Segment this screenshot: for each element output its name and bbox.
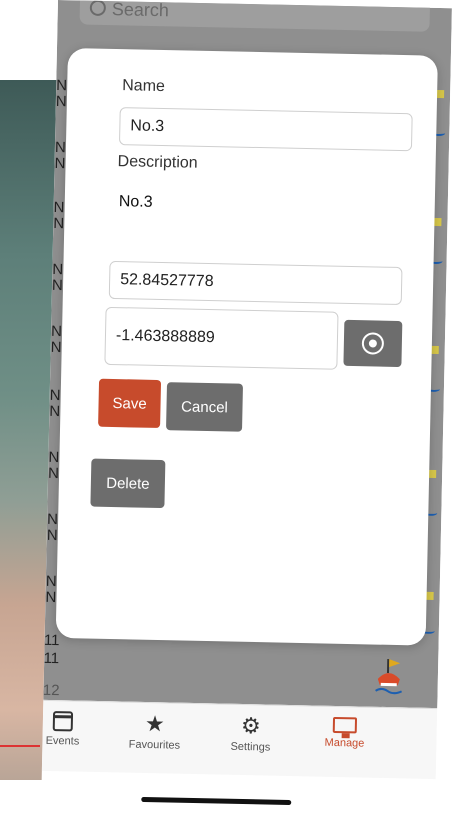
cancel-button[interactable]: Cancel	[166, 382, 244, 432]
save-button[interactable]: Save	[98, 378, 162, 429]
tab-settings[interactable]: ⚙ Settings	[210, 712, 291, 754]
monitor-icon	[332, 716, 358, 734]
search-icon	[89, 0, 107, 17]
latitude-field[interactable]: 52.84527778	[108, 260, 403, 306]
star-icon: ★	[144, 710, 165, 737]
gear-icon: ⚙	[240, 712, 261, 739]
name-field[interactable]: No.3	[118, 107, 413, 152]
search-placeholder: Search	[111, 0, 170, 21]
tab-favourites[interactable]: ★ Favourites	[114, 710, 195, 752]
background-red-line	[0, 745, 40, 747]
longitude-field[interactable]: -1.463888889	[104, 306, 339, 370]
description-label: Description	[117, 153, 198, 172]
delete-button[interactable]: Delete	[90, 458, 166, 509]
list-item[interactable]: No.12	[41, 681, 60, 700]
name-label: Name	[122, 77, 166, 96]
calendar-icon	[52, 711, 74, 732]
buoy-icon	[375, 659, 403, 695]
home-indicator	[141, 796, 292, 806]
description-value[interactable]: No.3	[119, 193, 153, 212]
crosshair-icon	[361, 332, 385, 355]
locate-button[interactable]	[343, 319, 403, 368]
tab-manage[interactable]: Manage	[304, 716, 385, 750]
tab-events[interactable]: Events	[41, 710, 103, 748]
edit-dialog: Name No.3 Description No.3 52.84527778 -…	[55, 48, 438, 646]
tab-bar: Events ★ Favourites ⚙ Settings Manage	[41, 699, 438, 780]
